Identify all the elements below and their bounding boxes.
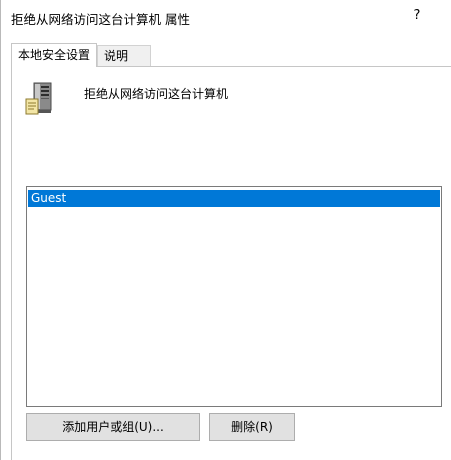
title-bar: 拒绝从网络访问这台计算机 属性 ?: [1, 0, 451, 34]
dialog-title: 拒绝从网络访问这台计算机 属性: [11, 12, 190, 27]
list-item[interactable]: Guest: [28, 190, 440, 207]
server-policy-icon: [25, 82, 52, 115]
help-button[interactable]: ?: [407, 5, 427, 27]
tab-strip: 本地安全设置 说明: [11, 43, 442, 67]
tab-explain[interactable]: 说明: [97, 45, 151, 67]
remove-button[interactable]: 删除(R): [209, 413, 295, 441]
tab-local-security-setting[interactable]: 本地安全设置: [11, 43, 97, 67]
properties-dialog: 拒绝从网络访问这台计算机 属性 ? 本地安全设置 说明 拒绝从网络访问这台计算机…: [0, 0, 451, 460]
accounts-listbox[interactable]: Guest: [26, 186, 442, 407]
add-user-or-group-button[interactable]: 添加用户或组(U)...: [26, 413, 200, 441]
policy-name-label: 拒绝从网络访问这台计算机: [84, 87, 229, 101]
